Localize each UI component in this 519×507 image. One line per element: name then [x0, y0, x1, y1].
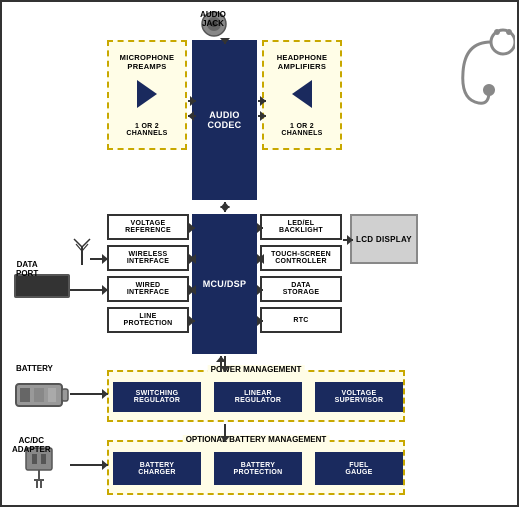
led-backlight-label: LED/ELBACKLIGHT: [279, 220, 323, 234]
arrow-mic-codec: [188, 100, 196, 102]
power-management-group: POWER MANAGEMENT SWITCHINGREGULATOR LINE…: [107, 370, 405, 422]
arrow-acdc-battery: [70, 464, 108, 466]
data-storage-label: DATASTORAGE: [283, 282, 320, 296]
mcu-dsp-label: MCU/DSP: [203, 279, 247, 289]
switching-regulator-block: SWITCHINGREGULATOR: [113, 382, 201, 412]
headphone-amps-label: HEADPHONEAMPLIFIERS: [277, 53, 328, 71]
wired-interface-block: WIREDINTERFACE: [107, 276, 189, 302]
arrow-wired-mcu: [190, 289, 195, 291]
led-backlight-block: LED/ELBACKLIGHT: [260, 214, 342, 240]
arrow-codec-mcu: [224, 202, 226, 212]
arrow-codec-amp: [258, 100, 266, 102]
arrow-vref-mcu: [190, 227, 195, 229]
linear-reg-label: LINEARREGULATOR: [235, 390, 281, 404]
ac-dc-label: AC/DCADAPTER: [12, 436, 51, 454]
wired-interface-label: WIREDINTERFACE: [127, 282, 169, 296]
microphone-preamps-block: MICROPHONEPREAMPS 1 OR 2CHANNELS: [107, 40, 187, 150]
microphone-preamps-label: MICROPHONEPREAMPS: [120, 53, 175, 71]
battery-label: BATTERY: [16, 364, 53, 373]
fuel-gauge-block: FUELGAUGE: [315, 452, 403, 485]
arrow-wifi-mcu: [190, 258, 195, 260]
rtc-block: RTC: [260, 307, 342, 333]
headphone-amps-block: HEADPHONEAMPLIFIERS 1 OR 2CHANNELS: [262, 40, 342, 150]
voltage-sup-label: VOLTAGESUPERVISOR: [335, 390, 384, 404]
data-storage-block: DATASTORAGE: [260, 276, 342, 302]
battery-charger-block: BATTERYCHARGER: [113, 452, 201, 485]
battery-charger-label: BATTERYCHARGER: [138, 462, 176, 476]
arrow-power-optional: [224, 424, 226, 442]
voltage-supervisor-block: VOLTAGESUPERVISOR: [315, 382, 403, 412]
channels-right-label: 1 OR 2CHANNELS: [281, 123, 322, 137]
wireless-interface-block: WIRELESSINTERFACE: [107, 245, 189, 271]
touch-screen-block: TOUCH-SCREENCONTROLLER: [260, 245, 342, 271]
optional-battery-label: OPTIONAL BATTERY MANAGEMENT: [183, 435, 330, 444]
optional-battery-group: OPTIONAL BATTERY MANAGEMENT BATTERYCHARG…: [107, 440, 405, 495]
block-diagram: AUDIOJACK MICROPHONEPREAMPS 1 OR 2CHANNE…: [0, 0, 519, 507]
lcd-display-label: LCD DISPLAY: [356, 235, 412, 244]
mcu-dsp-block: MCU/DSP: [192, 214, 257, 354]
arrow-battery-power: [70, 393, 108, 395]
lcd-display-block: LCD DISPLAY: [350, 214, 418, 264]
audio-jack-label: AUDIOJACK: [188, 10, 238, 28]
audio-codec-block: AUDIOCODEC: [192, 40, 257, 200]
arrow-antenna-wifi: [90, 258, 108, 260]
line-protection-block: LINEPROTECTION: [107, 307, 189, 333]
data-port-label: DATAPORT: [16, 260, 38, 278]
rtc-label: RTC: [293, 317, 308, 324]
switching-reg-label: SWITCHINGREGULATOR: [134, 390, 180, 404]
wireless-interface-label: WIRELESSINTERFACE: [127, 251, 169, 265]
voltage-reference-block: VOLTAGEREFERENCE: [107, 214, 189, 240]
arrow-lineprot-mcu: [190, 320, 195, 322]
stethoscope-icon: [445, 22, 515, 112]
battery-protection-block: BATTERYPROTECTION: [214, 452, 302, 485]
battery-protection-label: BATTERYPROTECTION: [234, 462, 283, 476]
voltage-reference-label: VOLTAGEREFERENCE: [125, 220, 171, 234]
arrow-jack-codec: [224, 38, 226, 44]
arrow-mcu-touch: [258, 258, 263, 260]
arrow-blocks-lcd: [343, 239, 353, 241]
arrow-mcu-storage: [258, 289, 263, 291]
arrow-codec-left-2: [188, 115, 196, 117]
arrow-power-mcu: [220, 356, 222, 372]
antenna-icon: [70, 237, 94, 265]
audio-codec-label: AUDIOCODEC: [207, 110, 241, 130]
battery-icon: [14, 376, 70, 412]
fuel-gauge-label: FUELGAUGE: [345, 462, 372, 476]
amp-triangle-1: [292, 80, 312, 108]
linear-regulator-block: LINEARREGULATOR: [214, 382, 302, 412]
preamp-triangle-1: [137, 80, 157, 108]
arrow-dataport-wired: [70, 289, 108, 291]
arrow-mcu-rtc: [258, 320, 263, 322]
arrow-codec-right-2: [258, 115, 266, 117]
channels-left-label: 1 OR 2CHANNELS: [126, 123, 167, 137]
arrow-mcu-led: [258, 227, 263, 229]
line-protection-label: LINEPROTECTION: [124, 313, 173, 327]
touch-screen-label: TOUCH-SCREENCONTROLLER: [271, 251, 331, 265]
